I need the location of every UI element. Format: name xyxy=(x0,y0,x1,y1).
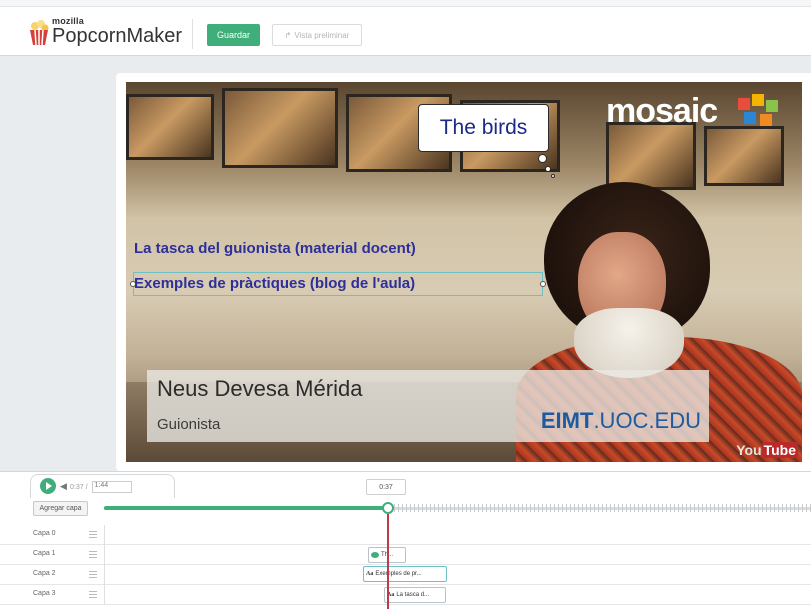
layer-separator xyxy=(104,565,105,585)
speech-bubble-icon xyxy=(371,552,379,558)
app-header: mozilla PopcornMaker Guardar ↱ Vista pre… xyxy=(0,0,811,56)
mosaic-cubes-icon xyxy=(738,94,778,126)
track-event-text[interactable]: Aa Exemples de pr... xyxy=(363,566,447,582)
youtube-logo: You Tube xyxy=(736,442,798,458)
duration-input[interactable]: 1:44 xyxy=(91,481,132,493)
speaker-name: Neus Devesa Mérida xyxy=(157,376,363,401)
layer-separator xyxy=(104,525,105,545)
current-time: 0:37 xyxy=(70,483,84,491)
event-label: Exemples de pr... xyxy=(375,571,422,577)
lower-third-banner: Neus Devesa Mérida Guionista EIMT.UOC.ED… xyxy=(147,370,709,442)
layer-label: Capa 1 xyxy=(33,550,56,557)
thought-dot xyxy=(545,166,551,172)
progress-fill xyxy=(104,506,388,510)
thought-dot xyxy=(538,154,547,163)
mosaic-logo-text: mosaic xyxy=(606,92,718,130)
popcorn-bucket-icon xyxy=(30,20,49,46)
speech-bubble[interactable]: The birds xyxy=(418,104,549,152)
wall-photo xyxy=(606,122,696,190)
eimt-rest: .UOC.EDU xyxy=(593,408,701,433)
wall-photo xyxy=(704,126,784,186)
layer-label: Capa 0 xyxy=(33,530,56,537)
time-separator: / xyxy=(85,483,88,491)
eimt-brand: EIMT.UOC.EDU xyxy=(541,408,701,434)
drag-handle-icon[interactable] xyxy=(89,571,97,579)
popup-link-2[interactable]: Exemples de pràctiques (blog de l'aula) xyxy=(134,275,415,292)
scrubber-handle[interactable] xyxy=(382,502,394,514)
layer-label: Capa 3 xyxy=(33,590,56,597)
timeline-ruler-ticks xyxy=(390,504,811,512)
time-display: 0:37 / 1:44 xyxy=(70,481,132,493)
preview-button[interactable]: ↱ Vista preliminar xyxy=(272,24,362,46)
drag-handle-icon[interactable] xyxy=(89,531,97,539)
track-event-text[interactable]: Aa La tasca d... xyxy=(384,587,446,603)
volume-icon[interactable]: ◀ xyxy=(60,481,67,492)
speaker-role: Guionista xyxy=(157,416,221,433)
person-scarf xyxy=(574,308,684,378)
video-preview[interactable]: mosaic The birds La tasca del guionista … xyxy=(126,82,802,462)
thought-dot xyxy=(551,174,555,178)
layer-separator xyxy=(104,585,105,605)
text-icon: Aa xyxy=(366,571,374,577)
wall-photo xyxy=(222,88,338,168)
youtube-tube: Tube xyxy=(761,442,798,458)
eimt-bold: EIMT xyxy=(540,408,594,433)
header-divider xyxy=(192,19,193,49)
wall-photo xyxy=(126,94,214,160)
popup-link-1[interactable]: La tasca del guionista (material docent) xyxy=(134,240,416,257)
share-arrow-icon: ↱ xyxy=(284,30,292,40)
event-label: La tasca d... xyxy=(396,592,430,598)
drag-handle-icon[interactable] xyxy=(89,591,97,599)
playhead-line[interactable] xyxy=(387,514,389,609)
layer-label: Capa 2 xyxy=(33,570,56,577)
play-icon[interactable] xyxy=(40,478,56,494)
save-button[interactable]: Guardar xyxy=(207,24,260,46)
layer-separator xyxy=(104,545,105,565)
logo-brand-text: PopcornMaker xyxy=(52,25,183,47)
drag-handle-icon[interactable] xyxy=(89,551,97,559)
resize-handle-right[interactable] xyxy=(540,281,546,287)
layer-row[interactable]: Capa 0 xyxy=(0,525,811,545)
add-layer-button[interactable]: Agregar capa xyxy=(33,501,88,516)
preview-label: Vista preliminar xyxy=(294,30,350,40)
playhead-time-badge: 0:37 xyxy=(366,479,406,495)
youtube-you: You xyxy=(736,442,762,458)
browser-strip xyxy=(0,0,811,7)
